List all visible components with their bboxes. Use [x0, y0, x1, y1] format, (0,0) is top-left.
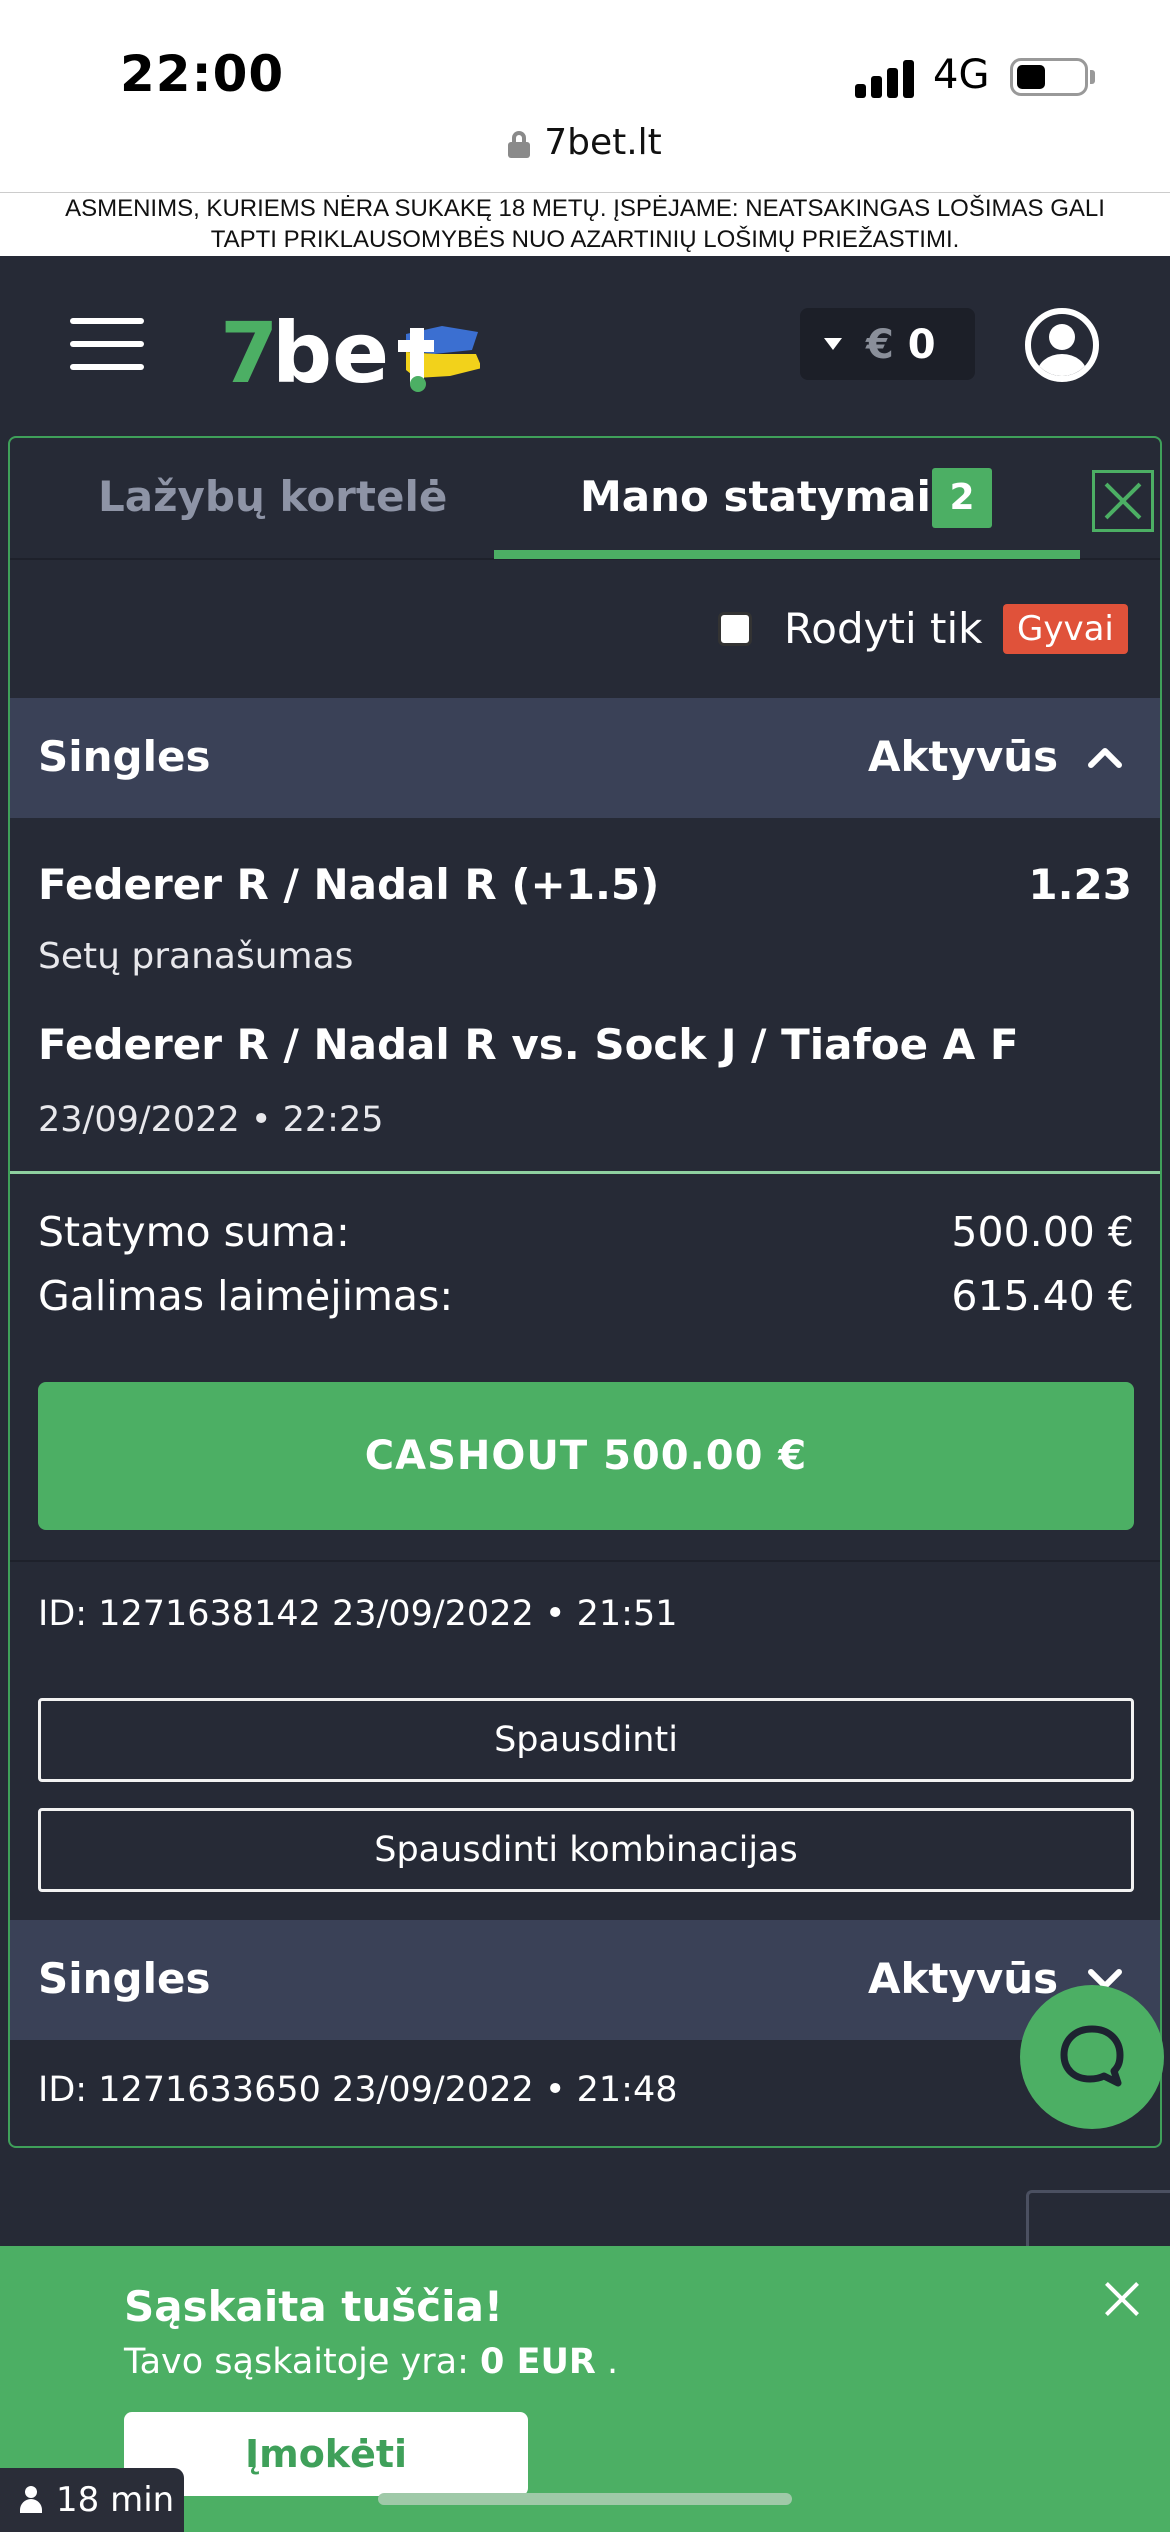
notice-text-prefix: Tavo sąskaitoje yra:: [124, 2342, 469, 2382]
tab-betslip[interactable]: Lažybų kortelė: [98, 472, 447, 521]
filter-label[interactable]: Rodyti tik: [784, 604, 982, 653]
potential-win-row: Galimas laimėjimas: 615.40 €: [38, 1272, 1134, 1320]
bet-section-header[interactable]: Singles Aktyvūs: [10, 698, 1160, 818]
network-type: 4G: [933, 52, 990, 98]
menu-icon[interactable]: [70, 318, 144, 370]
side-tab[interactable]: [1026, 2190, 1170, 2250]
divider: [10, 1560, 1160, 1562]
user-icon[interactable]: [1025, 308, 1099, 382]
selection-name: Federer R / Nadal R (+1.5): [38, 860, 660, 909]
live-badge: Gyvai: [1003, 604, 1128, 654]
stake-value: 500.00 €: [951, 1208, 1134, 1256]
chat-icon: [1060, 2025, 1124, 2087]
notice-amount: 0 EUR: [480, 2342, 596, 2382]
svg-text:be: be: [272, 306, 389, 396]
potential-win-value: 615.40 €: [951, 1272, 1134, 1320]
balance-dropdown[interactable]: € 0: [800, 308, 975, 380]
cashout-button[interactable]: CASHOUT 500.00 €: [38, 1382, 1134, 1530]
url-bar[interactable]: 7bet.lt: [0, 122, 1170, 192]
age-warning: ASMENIMS, KURIEMS NĖRA SUKAKĘ 18 METŲ. Į…: [0, 192, 1170, 256]
lock-icon: [508, 131, 531, 158]
bet-selection: Federer R / Nadal R (+1.5) 1.23 Setų pra…: [10, 818, 1160, 1174]
bet-status: Aktyvūs: [868, 1954, 1059, 2003]
home-indicator[interactable]: [378, 2493, 792, 2505]
bet-type: Singles: [38, 732, 211, 781]
live-only-checkbox[interactable]: [718, 612, 752, 646]
print-button[interactable]: Spausdinti: [38, 1698, 1134, 1782]
deposit-button[interactable]: Įmokėti: [124, 2412, 528, 2496]
chevron-up-icon[interactable]: [1088, 740, 1122, 774]
my-bets-count-badge: 2: [932, 468, 992, 528]
tab-my-bets[interactable]: Mano statymai: [580, 472, 931, 521]
status-time: 22:00: [120, 45, 285, 103]
bets-tabs: Lažybų kortelė Mano statymai 2: [10, 438, 1160, 560]
potential-win-label: Galimas laimėjimas:: [38, 1272, 454, 1320]
event-name: Federer R / Nadal R vs. Sock J / Tiafoe …: [38, 1020, 1019, 1069]
stake-row: Statymo suma: 500.00 €: [38, 1208, 1134, 1256]
print-combinations-button[interactable]: Spausdinti kombinacijas: [38, 1808, 1134, 1892]
app-header: 7 be € 0: [0, 256, 1170, 436]
notice-text: Tavo sąskaitoje yra: 0 EUR .: [124, 2342, 618, 2382]
close-icon[interactable]: [1100, 2276, 1146, 2322]
event-datetime: 23/09/2022 • 22:25: [38, 1100, 384, 1140]
bet-id: ID: 1271638142 23/09/2022 • 21:51: [38, 1594, 678, 1634]
bets-panel: Lažybų kortelė Mano statymai 2 Rodyti ti…: [8, 436, 1162, 2148]
selection-odds: 1.23: [1028, 860, 1132, 909]
notice-title: Sąskaita tuščia!: [124, 2282, 504, 2331]
stake-label: Statymo suma:: [38, 1208, 350, 1256]
bet-section-header[interactable]: Singles Aktyvūs: [10, 1920, 1160, 2040]
bet-id: ID: 1271633650 23/09/2022 • 21:48: [38, 2070, 678, 2110]
svg-text:7: 7: [220, 306, 278, 396]
caret-down-icon: [824, 338, 842, 350]
signal-icon: [855, 58, 915, 98]
session-timer-text: 18 min: [56, 2480, 175, 2520]
active-tab-indicator: [494, 550, 1080, 559]
url-text: 7bet.lt: [544, 122, 662, 163]
chat-button[interactable]: [1020, 1985, 1164, 2129]
status-bar: 22:00 4G: [0, 0, 1170, 120]
person-icon: [18, 2486, 44, 2516]
session-timer: 18 min: [0, 2468, 184, 2532]
market-name: Setų pranašumas: [38, 936, 354, 977]
logo[interactable]: 7 be: [220, 304, 482, 402]
balance-amount: 0: [907, 322, 936, 368]
filter-row: Rodyti tik Gyvai: [10, 560, 1160, 698]
bet-type: Singles: [38, 1954, 211, 2003]
bet-status: Aktyvūs: [868, 732, 1059, 781]
balance-currency: €: [866, 322, 894, 368]
battery-icon: [1010, 58, 1088, 96]
close-panel-icon[interactable]: [1092, 470, 1154, 532]
notice-text-suffix: .: [607, 2342, 619, 2382]
